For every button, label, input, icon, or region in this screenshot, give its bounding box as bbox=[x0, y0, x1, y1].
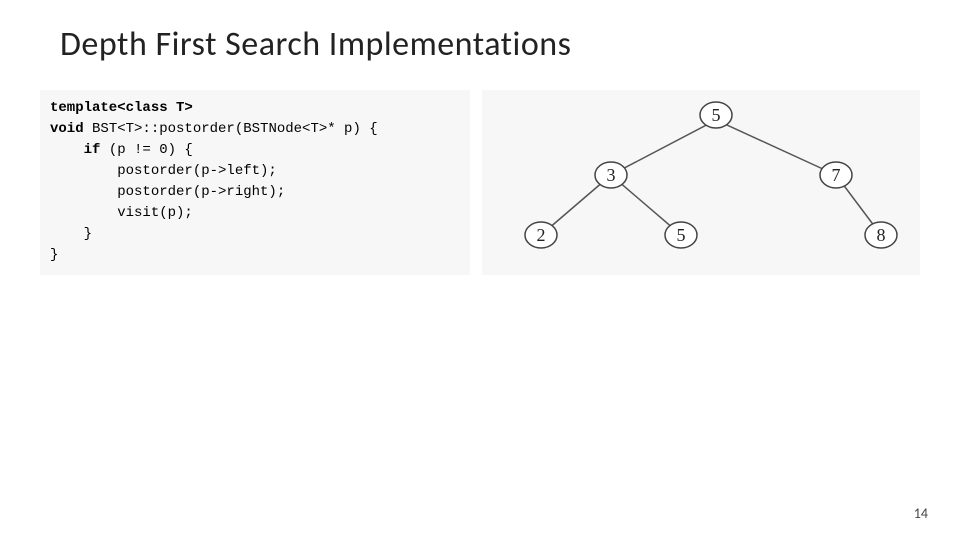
node-2: 2 bbox=[525, 222, 557, 248]
content-row: template<class T> void BST<T>::postorder… bbox=[40, 90, 920, 290]
node-8: 8 bbox=[865, 222, 897, 248]
node-2-label: 2 bbox=[537, 225, 546, 245]
code-line-4: postorder(p->left); bbox=[50, 163, 277, 179]
code-line-7: } bbox=[50, 226, 92, 242]
node-root: 5 bbox=[700, 102, 732, 128]
code-line-8: } bbox=[50, 247, 58, 263]
node-3: 3 bbox=[595, 162, 627, 188]
edge-5-3 bbox=[611, 120, 716, 175]
tree-diagram: 5 3 7 2 5 8 bbox=[482, 90, 920, 275]
node-3-label: 3 bbox=[607, 165, 616, 185]
kw-template: template<class T> bbox=[50, 100, 193, 116]
node-7-label: 7 bbox=[832, 165, 841, 185]
code-line-6: visit(p); bbox=[50, 205, 193, 221]
kw-void: void bbox=[50, 121, 84, 137]
code-block: template<class T> void BST<T>::postorder… bbox=[40, 90, 470, 275]
edge-5-7 bbox=[716, 120, 836, 175]
page-number: 14 bbox=[914, 505, 928, 522]
code-line-5: postorder(p->right); bbox=[50, 184, 285, 200]
node-5b-label: 5 bbox=[677, 225, 686, 245]
tree-svg: 5 3 7 2 5 8 bbox=[482, 90, 920, 275]
node-8-label: 8 bbox=[877, 225, 886, 245]
page-title: Depth First Search Implementations bbox=[60, 24, 571, 65]
node-7: 7 bbox=[820, 162, 852, 188]
kw-if: if bbox=[50, 142, 100, 158]
code-line-3b: (p != 0) { bbox=[100, 142, 192, 158]
node-root-label: 5 bbox=[712, 105, 721, 125]
code-line-2b: BST<T>::postorder(BSTNode<T>* p) { bbox=[84, 121, 378, 137]
node-5b: 5 bbox=[665, 222, 697, 248]
